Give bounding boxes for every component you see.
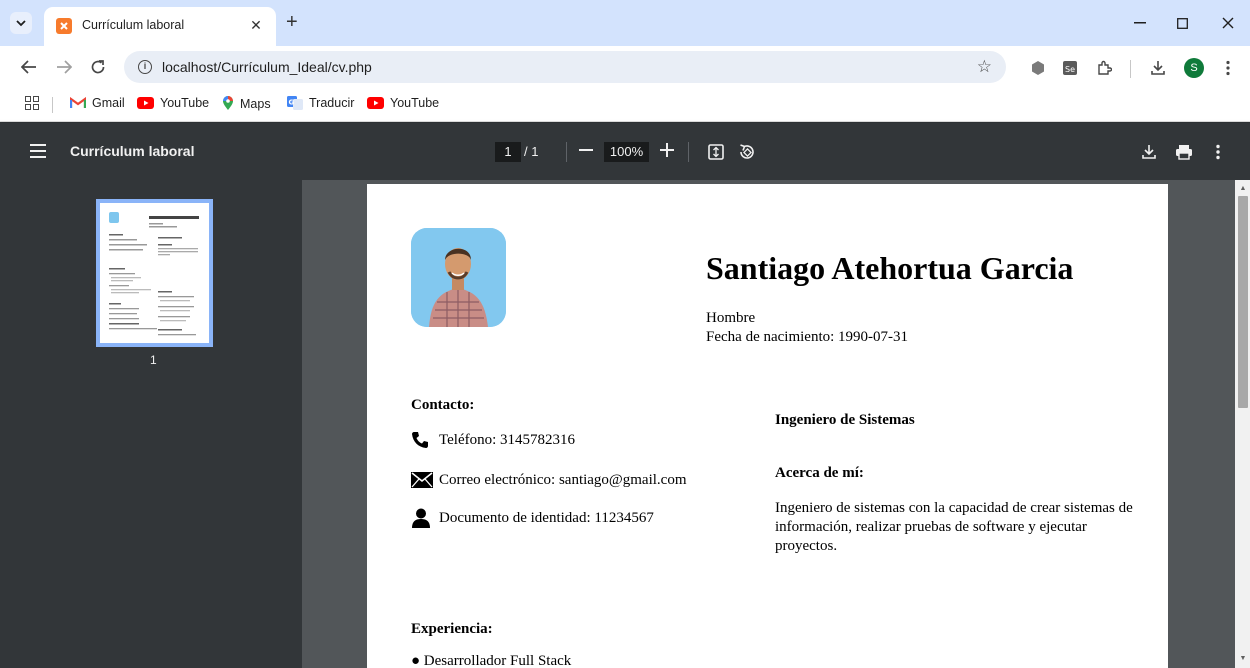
extensions-puzzle-icon[interactable] <box>1094 58 1114 78</box>
scroll-down-icon[interactable]: ▼ <box>1238 654 1248 664</box>
pdf-download-button[interactable] <box>1139 142 1159 162</box>
bookmark-label: Traducir <box>309 96 355 110</box>
email-text: Correo electrónico: santiago@gmail.com <box>439 471 687 488</box>
pdf-toolbar-divider <box>688 142 689 162</box>
forward-button[interactable] <box>53 56 75 78</box>
chevron-down-icon <box>16 20 26 27</box>
download-icon <box>1142 145 1156 159</box>
rotate-button[interactable] <box>737 142 757 162</box>
envelope-icon <box>411 470 433 490</box>
about-heading: Acerca de mí: <box>775 465 864 481</box>
bookmark-label: YouTube <box>390 96 440 110</box>
active-tab[interactable]: Currículum laboral ✕ <box>44 7 276 46</box>
rotate-icon <box>740 144 754 159</box>
pdf-document-title: Currículum laboral <box>70 143 195 159</box>
pdf-print-button[interactable] <box>1174 142 1194 162</box>
youtube-icon <box>367 97 384 109</box>
pdf-more-options-button[interactable] <box>1208 142 1228 162</box>
print-icon <box>1176 145 1192 160</box>
extension-icon[interactable] <box>1028 58 1048 78</box>
bookmark-label: Maps <box>240 96 271 111</box>
zoom-level-input[interactable]: 100% <box>604 142 649 162</box>
toolbar-divider <box>1130 60 1131 78</box>
maps-icon <box>223 96 233 110</box>
scrollbar-thumb[interactable] <box>1238 196 1248 408</box>
pdf-toolbar-divider <box>566 142 567 162</box>
cv-birth-date: Fecha de nacimiento: 1990-07-31 <box>706 329 909 345</box>
user-icon <box>411 508 433 528</box>
cv-gender: Hombre <box>706 310 756 326</box>
tab-close-icon[interactable]: ✕ <box>248 17 264 33</box>
bookmark-youtube[interactable]: YouTube <box>137 96 209 110</box>
contact-email: Correo electrónico: santiago@gmail.com <box>411 470 687 490</box>
contact-heading: Contacto: <box>411 397 475 413</box>
cv-full-name: Santiago Atehortua Garcia <box>706 250 1074 286</box>
browser-menu-icon[interactable] <box>1218 58 1238 78</box>
document-text: Documento de identidad: 11234567 <box>439 509 654 526</box>
apps-button[interactable] <box>25 96 39 110</box>
svg-text:G: G <box>289 99 295 107</box>
minimize-button[interactable] <box>1128 12 1152 34</box>
close-window-button[interactable] <box>1216 12 1240 34</box>
pdf-toolbar: Currículum laboral 1 / 1 100% <box>0 123 1250 180</box>
youtube-icon <box>137 97 154 109</box>
bookmarks-divider <box>52 97 53 113</box>
url-text: localhost/Currículum_Ideal/cv.php <box>162 59 372 75</box>
arrow-left-icon <box>21 60 36 74</box>
fit-page-icon <box>708 144 724 160</box>
reload-icon <box>91 60 105 74</box>
thumbnail-preview-image <box>109 212 199 336</box>
more-vertical-icon <box>1216 144 1220 160</box>
profile-photo <box>411 228 506 327</box>
person-photo-image <box>411 228 506 327</box>
maximize-button[interactable] <box>1170 12 1194 34</box>
tab-title: Currículum laboral <box>82 18 185 32</box>
apps-grid-icon <box>25 96 39 110</box>
downloads-icon[interactable] <box>1148 58 1168 78</box>
back-button[interactable] <box>18 56 40 78</box>
bookmark-gmail[interactable]: Gmail <box>70 96 125 110</box>
pdf-sidebar-menu-icon[interactable] <box>30 144 46 158</box>
reload-button[interactable] <box>87 56 109 78</box>
bookmark-label: YouTube <box>160 96 210 110</box>
experience-heading: Experiencia: <box>411 621 493 637</box>
phone-icon <box>411 430 433 450</box>
translate-icon: G <box>287 96 303 110</box>
zoom-out-button[interactable] <box>579 140 593 162</box>
new-tab-button[interactable]: + <box>286 12 298 32</box>
bookmark-translate[interactable]: G Traducir <box>287 96 354 110</box>
gmail-icon <box>70 97 86 108</box>
page-total: / 1 <box>524 144 539 159</box>
scroll-up-icon[interactable]: ▲ <box>1238 184 1248 194</box>
xampp-favicon-icon <box>56 18 72 34</box>
experience-item: ● Desarrollador Full Stack <box>411 653 572 668</box>
about-text: Ingeniero de sistemas con la capacidad d… <box>775 500 1133 554</box>
bookmark-star-icon[interactable]: ☆ <box>977 57 992 77</box>
profile-avatar[interactable]: S <box>1184 58 1204 78</box>
zoom-in-button[interactable] <box>660 140 674 162</box>
contact-document: Documento de identidad: 11234567 <box>411 508 654 528</box>
bookmark-label: Gmail <box>92 96 125 110</box>
contact-phone: Teléfono: 3145782316 <box>411 430 575 450</box>
bookmarks-bar: Gmail YouTube Maps G Traducir YouTube <box>0 88 1250 122</box>
site-info-icon[interactable]: i <box>138 60 152 74</box>
thumbnail-page-number: 1 <box>150 353 157 367</box>
minus-icon <box>579 149 593 151</box>
page-thumbnail[interactable] <box>96 199 213 347</box>
plus-icon <box>660 143 674 157</box>
profession-heading: Ingeniero de Sistemas <box>775 412 915 428</box>
phone-text: Teléfono: 3145782316 <box>439 431 576 448</box>
arrow-right-icon <box>57 60 72 74</box>
bookmark-youtube-2[interactable]: YouTube <box>367 96 439 110</box>
selenium-extension-icon[interactable]: Se <box>1060 58 1080 78</box>
tab-strip: Currículum laboral ✕ + <box>0 0 1250 46</box>
pdf-page: Santiago Atehortua Garcia Hombre Fecha d… <box>367 184 1168 668</box>
svg-text:Se: Se <box>1065 65 1075 74</box>
bookmark-maps[interactable]: Maps <box>222 96 271 111</box>
browser-toolbar: i localhost/Currículum_Ideal/cv.php ☆ Se… <box>0 46 1250 88</box>
tab-search-button[interactable] <box>10 12 32 34</box>
address-bar[interactable]: i localhost/Currículum_Ideal/cv.php ☆ <box>124 51 1006 83</box>
fit-to-page-button[interactable] <box>706 142 726 162</box>
page-number-input[interactable]: 1 <box>495 142 521 162</box>
